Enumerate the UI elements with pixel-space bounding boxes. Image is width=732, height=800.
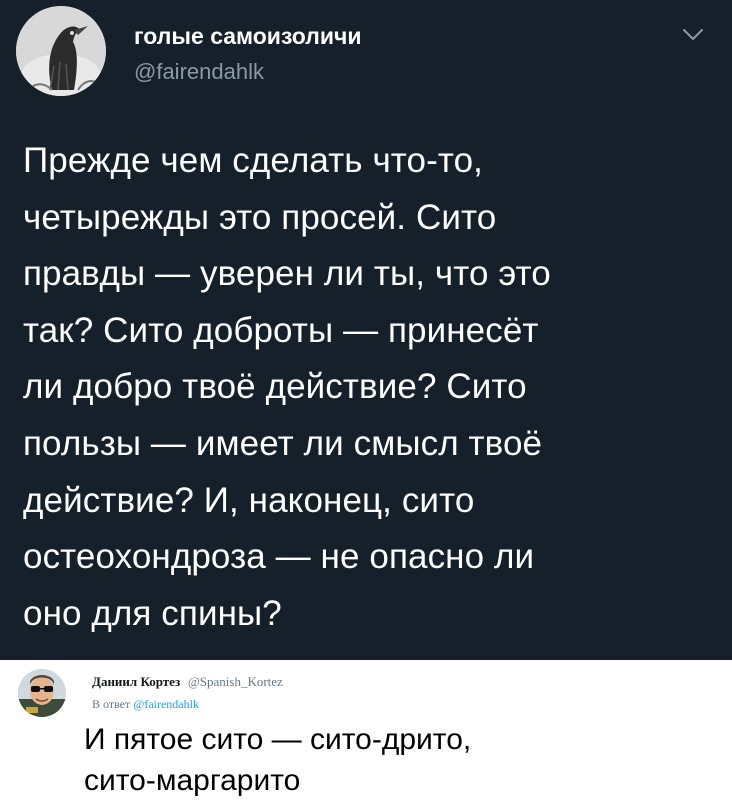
tweet-text-line: Прежде чем сделать что-то, xyxy=(23,141,483,180)
author-handle[interactable]: @fairendahlk xyxy=(134,59,264,85)
tweet-text-line: пользы — имеет ли смысл твоё xyxy=(23,423,543,463)
tweet-text: Прежде чем сделать что-то, четырежды это… xyxy=(23,133,723,642)
tweet-text-line: ли добро твоё действие? Сито xyxy=(23,367,527,407)
reply-to-prefix: В ответ xyxy=(92,697,131,711)
author-name[interactable]: голые самоизоличи xyxy=(134,23,362,50)
bird-avatar-icon[interactable] xyxy=(16,6,106,96)
tweet-text-line: оно для спины? xyxy=(23,593,282,633)
reply-to-line: В ответ @fairendahlk xyxy=(92,697,199,712)
tweet-text-line: так? Сито доброты — принесёт xyxy=(23,310,539,350)
bird-avatar-illustration xyxy=(16,6,106,96)
reply-text: И пятое сито — сито-дрито, сито-маргарит… xyxy=(84,719,724,800)
reply-author-handle[interactable]: @Spanish_Kortez xyxy=(188,674,283,689)
tweet-text-line: правды — уверен ли ты, что это xyxy=(23,254,551,294)
reply-header: Даниил Кортез @Spanish_Kortez xyxy=(92,674,283,690)
reply-text-line: сито-маргарито xyxy=(84,764,301,797)
reply-text-line: И пятое сито — сито-дрито, xyxy=(84,723,472,756)
chevron-down-icon[interactable] xyxy=(680,24,706,46)
tweet-text-line: четырежды это просей. Сито xyxy=(23,197,497,237)
reply-avatar-illustration xyxy=(18,669,66,717)
tweet-text-line: действие? И, наконец, сито xyxy=(23,480,475,520)
sunglasses-person-avatar-icon[interactable] xyxy=(18,669,66,717)
tweet-card: голые самоизоличи @fairendahlk Прежде че… xyxy=(0,0,732,660)
reply-author-name[interactable]: Даниил Кортез xyxy=(92,674,180,689)
screenshot-collage: голые самоизоличи @fairendahlk Прежде че… xyxy=(0,0,732,800)
reply-to-handle-link[interactable]: @fairendahlk xyxy=(133,697,199,711)
reply-card: Даниил Кортез @Spanish_Kortez В ответ @f… xyxy=(0,660,732,800)
tweet-text-line: остеохондроза — не опасно ли xyxy=(23,537,535,577)
